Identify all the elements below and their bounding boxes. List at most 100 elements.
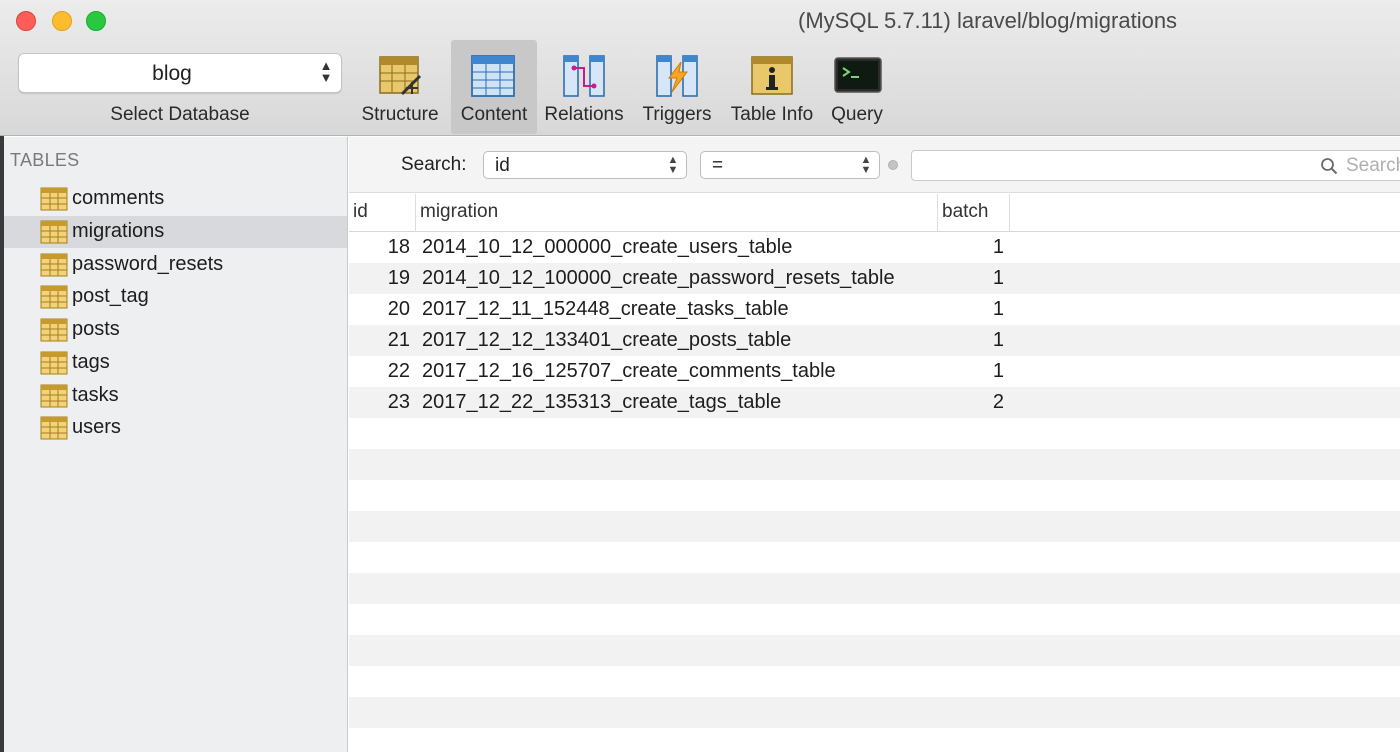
table-header: id migration batch [349,194,1400,232]
empty-row [349,511,1400,542]
cell-batch[interactable]: 2 [938,387,1004,418]
table-row[interactable]: 19 2014_10_12_100000_create_password_rese… [349,263,1400,294]
table-item-tags[interactable]: tags [4,347,347,379]
table-name: password_resets [72,253,224,275]
table-item-password-resets[interactable]: password_resets [4,249,347,281]
cell-id[interactable]: 22 [349,356,410,387]
triggers-button[interactable]: Triggers [634,40,720,134]
table-icon [40,416,68,440]
empty-row [349,573,1400,604]
filter-indicator-dot [888,160,898,170]
table-name: tags [72,351,110,373]
search-label: Search: [401,154,467,175]
content-table: id migration batch 18 2014_10_12_000000_c… [349,194,1400,752]
cell-batch[interactable]: 1 [938,232,1004,263]
structure-icon [379,56,422,96]
table-icon [40,351,68,375]
table-icon [40,253,68,277]
cell-migration[interactable]: 2014_10_12_100000_create_password_resets… [422,263,938,294]
table-row[interactable]: 22 2017_12_16_125707_create_comments_tabl… [349,356,1400,387]
table-name: posts [72,318,120,340]
tables-heading: TABLES [10,150,80,170]
close-button[interactable] [16,11,36,31]
cell-batch[interactable]: 1 [938,356,1004,387]
empty-row [349,604,1400,635]
table-name: post_tag [72,285,149,307]
cell-batch[interactable]: 1 [938,263,1004,294]
search-placeholder: Search [1346,155,1400,176]
triggers-label: Triggers [642,104,712,125]
zoom-button[interactable] [86,11,106,31]
table-icon [40,384,68,408]
table-list-sidebar: TABLES comments migrations password_rese… [4,137,348,752]
cell-id[interactable]: 18 [349,232,410,263]
database-select-value: blog [152,62,192,85]
search-input[interactable]: Search [911,150,1400,181]
empty-row [349,542,1400,573]
cell-migration[interactable]: 2017_12_16_125707_create_comments_table [422,356,938,387]
structure-button[interactable]: Structure [356,40,444,134]
info-icon [751,56,793,95]
table-icon [40,220,68,244]
cell-id[interactable]: 21 [349,325,410,356]
empty-row [349,697,1400,728]
cell-migration[interactable]: 2014_10_12_000000_create_users_table [422,232,938,263]
table-item-migrations[interactable]: migrations [4,216,347,248]
query-button[interactable]: Query [826,40,888,134]
structure-label: Structure [361,104,439,125]
empty-row [349,666,1400,697]
cell-migration[interactable]: 2017_12_12_133401_create_posts_table [422,325,938,356]
empty-row [349,449,1400,480]
relations-icon [563,55,605,97]
filter-operator-select[interactable]: = ▲ ▼ [700,151,880,179]
table-row[interactable]: 23 2017_12_22_135313_create_tags_table 2 [349,387,1400,418]
table-item-posts[interactable]: posts [4,314,347,346]
cell-id[interactable]: 19 [349,263,410,294]
terminal-icon [834,57,882,93]
cell-migration[interactable]: 2017_12_11_152448_create_tasks_table [422,294,938,325]
table-info-label: Table Info [730,104,814,125]
column-header-batch[interactable]: batch [938,194,1010,232]
content-icon [471,55,515,97]
table-item-users[interactable]: users [4,412,347,444]
chevron-updown-icon: ▲ ▼ [319,58,333,85]
column-header-migration[interactable]: migration [416,194,938,232]
table-info-button[interactable]: Table Info [724,40,820,134]
table-name: migrations [72,220,165,242]
database-select[interactable]: blog ▲ ▼ [18,53,342,93]
window-title: (MySQL 5.7.11) laravel/blog/migrations [798,8,1178,33]
cell-batch[interactable]: 1 [938,294,1004,325]
table-name: tasks [72,384,119,406]
table-item-tasks[interactable]: tasks [4,380,347,412]
cell-id[interactable]: 23 [349,387,410,418]
content-button[interactable]: Content [451,40,537,134]
empty-row [349,635,1400,666]
toolbar: (MySQL 5.7.11) laravel/blog/migrations b… [0,0,1400,136]
minimize-button[interactable] [52,11,72,31]
table-icon [40,285,68,309]
column-header-id[interactable]: id [349,194,416,232]
cell-batch[interactable]: 1 [938,325,1004,356]
content-label: Content [460,104,528,125]
relations-button[interactable]: Relations [541,40,627,134]
empty-row [349,728,1400,752]
relations-label: Relations [544,104,624,125]
table-row[interactable]: 18 2014_10_12_000000_create_users_table 1 [349,232,1400,263]
chevron-updown-icon: ▲ ▼ [667,154,679,176]
chevron-updown-icon: ▲ ▼ [860,154,872,176]
table-name: users [72,416,121,438]
search-icon [1321,158,1338,175]
table-row[interactable]: 21 2017_12_12_133401_create_posts_table 1 [349,325,1400,356]
filter-field-select[interactable]: id ▲ ▼ [483,151,687,179]
table-row[interactable]: 20 2017_12_11_152448_create_tasks_table 1 [349,294,1400,325]
table-icon [40,187,68,211]
table-icon [40,318,68,342]
cell-id[interactable]: 20 [349,294,410,325]
table-item-comments[interactable]: comments [4,183,347,215]
triggers-icon [656,55,698,97]
cell-migration[interactable]: 2017_12_22_135313_create_tags_table [422,387,938,418]
table-item-post-tag[interactable]: post_tag [4,281,347,313]
database-select-caption: Select Database [110,104,250,125]
empty-row [349,480,1400,511]
query-label: Query [831,104,883,125]
